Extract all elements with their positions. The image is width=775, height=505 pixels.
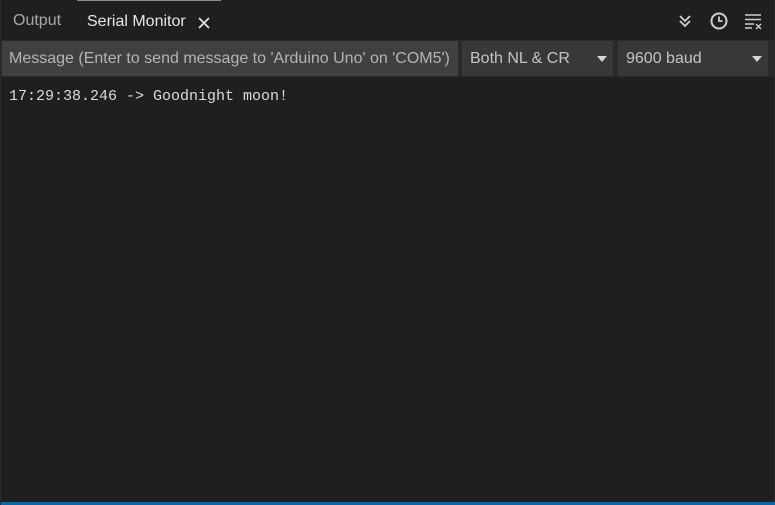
tab-output-label: Output <box>13 12 62 29</box>
close-icon[interactable] <box>197 16 211 30</box>
tab-serial-monitor[interactable]: Serial Monitor <box>77 0 221 40</box>
output-line: 17:29:38.246 -> Goodnight moon! <box>9 88 289 105</box>
line-ending-value: Both NL & CR <box>470 50 570 67</box>
tab-serial-monitor-label: Serial Monitor <box>87 13 186 30</box>
panel-tab-bar: Output Serial Monitor <box>1 0 774 40</box>
baud-rate-value: 9600 baud <box>626 50 702 67</box>
double-chevron-down-icon[interactable] <box>675 11 695 31</box>
chevron-down-icon <box>752 56 762 62</box>
serial-toolbar: Both NL & CR 9600 baud <box>1 40 774 77</box>
line-ending-select[interactable]: Both NL & CR <box>462 41 613 76</box>
tab-output[interactable]: Output <box>13 0 61 40</box>
clear-output-icon[interactable] <box>743 11 763 31</box>
serial-output-area[interactable]: 17:29:38.246 -> Goodnight moon! <box>1 77 774 502</box>
clock-icon[interactable] <box>709 11 729 31</box>
serial-monitor-panel: Output Serial Monitor Both NL & CR 9600 … <box>0 0 775 505</box>
baud-rate-select[interactable]: 9600 baud <box>618 41 768 76</box>
message-input[interactable] <box>2 41 458 76</box>
chevron-down-icon <box>597 56 607 62</box>
